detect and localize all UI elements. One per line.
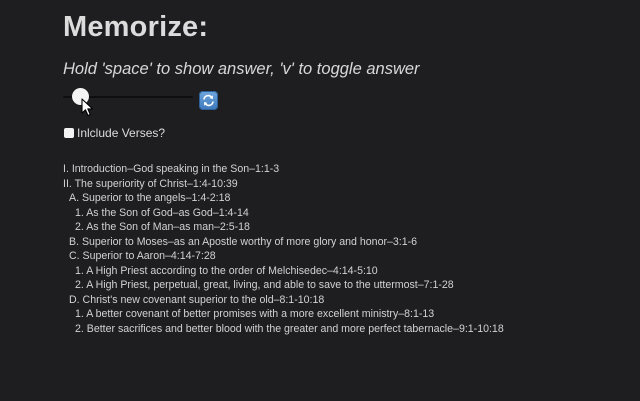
outline-item: II. The superiority of Christ–1:4-10:39 [63, 177, 238, 190]
include-verses-option[interactable]: Inlclude Verses? [64, 126, 165, 140]
instructions-text: Hold 'space' to show answer, 'v' to togg… [63, 60, 420, 78]
outline-item: 2. Better sacrifices and better blood wi… [75, 322, 504, 335]
outline-item: A. Superior to the angels–1:4-2:18 [69, 192, 231, 204]
outline-item: 2. A High Priest, perpetual, great, livi… [75, 279, 454, 291]
toggle-answer-button[interactable] [199, 91, 218, 110]
outline-item: 1. As the Son of God–as God–1:4-14 [75, 206, 249, 219]
page-title: Memorize: [63, 11, 209, 43]
outline-item: C. Superior to Aaron–4:14-7:28 [69, 250, 216, 262]
include-verses-label: Inlclude Verses? [77, 126, 166, 140]
outline-item: 2. As the Son of Man–as man–2:5-18 [75, 221, 250, 233]
outline-item: B. Superior to Moses–as an Apostle worth… [69, 235, 418, 248]
outline-item: 1. A High Priest according to the order … [75, 264, 378, 277]
outline-list: I. Introduction–God speaking in the Son–… [63, 162, 504, 336]
repeat-icon [203, 94, 214, 107]
outline-item: D. Christ's new covenant superior to the… [69, 293, 325, 306]
outline-item: 1. A better covenant of better promises … [75, 308, 435, 320]
outline-item: I. Introduction–God speaking in the Son–… [63, 163, 280, 175]
memorize-page: Memorize: Hold 'space' to show answer, '… [0, 0, 640, 401]
mouse-pointer-icon [81, 98, 94, 117]
include-verses-checkbox[interactable] [64, 128, 74, 138]
